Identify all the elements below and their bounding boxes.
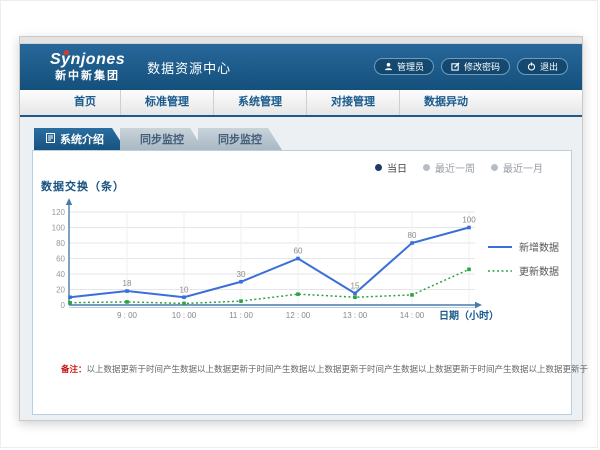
footer-note: 备注：以上数据更新于时间产生数据以上数据更新于时间产生数据以上数据更新于时间产生… xyxy=(61,363,588,375)
tab-sync-monitor-1-label: 同步监控 xyxy=(140,131,184,147)
svg-text:10 : 00: 10 : 00 xyxy=(172,311,197,320)
tab-bar: 系统介绍 同步监控 同步监控 xyxy=(34,128,282,150)
line-chart: 0 20 40 60 80 100 120 9 : 00 10 : 00 11 : 00 12 : … xyxy=(49,197,501,329)
legend-update-data-label: 更新数据 xyxy=(519,263,559,278)
radio-last-month[interactable]: 最近一月 xyxy=(491,160,543,175)
change-password-button-label: 修改密码 xyxy=(464,60,500,73)
svg-text:14 : 00: 14 : 00 xyxy=(400,311,425,320)
nav-item-system-mgmt[interactable]: 系统管理 xyxy=(214,90,307,115)
chart-legend: 新增数据 更新数据 xyxy=(488,239,559,278)
legend-line-solid-icon xyxy=(488,245,512,249)
admin-button-label: 管理员 xyxy=(397,60,424,73)
logout-button[interactable]: 退出 xyxy=(517,58,568,75)
logo-brand-text: Synjones xyxy=(50,52,125,68)
radio-today[interactable]: 当日 xyxy=(375,160,407,175)
svg-text:100: 100 xyxy=(462,216,476,225)
svg-text:9 : 00: 9 : 00 xyxy=(117,311,138,320)
page-title: 数据资源中心 xyxy=(147,58,231,77)
svg-text:18: 18 xyxy=(123,279,132,288)
legend-line-dotted-icon xyxy=(488,269,512,273)
svg-text:80: 80 xyxy=(56,239,65,248)
svg-text:13 : 00: 13 : 00 xyxy=(343,311,368,320)
tab-sync-monitor-2-label: 同步监控 xyxy=(218,131,262,147)
svg-text:12 : 00: 12 : 00 xyxy=(286,311,311,320)
svg-text:15: 15 xyxy=(351,281,360,290)
svg-text:40: 40 xyxy=(56,270,65,279)
admin-button[interactable]: 管理员 xyxy=(374,58,434,75)
svg-text:100: 100 xyxy=(52,224,66,233)
logo-company-text: 新中新集团 xyxy=(50,71,125,82)
logout-button-label: 退出 xyxy=(540,60,558,73)
svg-text:60: 60 xyxy=(294,247,303,256)
svg-text:30: 30 xyxy=(237,270,246,279)
user-icon xyxy=(384,62,393,71)
svg-text:日期（小时）: 日期（小时） xyxy=(439,309,499,322)
radio-last-month-label: 最近一月 xyxy=(503,160,543,175)
content-area: 系统介绍 同步监控 同步监控 当日 最近一周 xyxy=(20,117,582,420)
radio-dot xyxy=(423,164,430,171)
radio-dot-selected xyxy=(375,164,382,171)
legend-new-data: 新增数据 xyxy=(488,239,559,254)
header-actions: 管理员 修改密码 退出 xyxy=(374,58,568,75)
radio-last-week-label: 最近一周 xyxy=(435,160,475,175)
app-header: Synjones 新中新集团 数据资源中心 管理员 修改密码 退出 xyxy=(20,44,582,90)
nav-item-data-change[interactable]: 数据异动 xyxy=(400,90,492,115)
footer-note-text: 以上数据更新于时间产生数据以上数据更新于时间产生数据以上数据更新于时间产生数据以… xyxy=(87,364,589,374)
svg-text:0: 0 xyxy=(61,301,66,310)
window-chrome-strip xyxy=(20,37,582,44)
screenshot-page: Synjones 新中新集团 数据资源中心 管理员 修改密码 退出 xyxy=(0,0,598,448)
svg-text:60: 60 xyxy=(56,255,65,264)
footer-note-label: 备注： xyxy=(61,364,87,374)
nav-item-standard-mgmt[interactable]: 标准管理 xyxy=(121,90,214,115)
svg-text:11 : 00: 11 : 00 xyxy=(229,311,253,320)
legend-update-data: 更新数据 xyxy=(488,263,559,278)
tab-system-intro-label: 系统介绍 xyxy=(60,131,104,147)
nav-item-home[interactable]: 首页 xyxy=(50,90,121,115)
y-axis-title: 数据交换（条） xyxy=(41,178,125,194)
range-filter-group: 当日 最近一周 最近一月 xyxy=(375,160,543,175)
svg-text:120: 120 xyxy=(52,208,66,217)
chart-panel: 当日 最近一周 最近一月 数据交换（条） 0 20 40 60 80 100 120 9 : … xyxy=(32,150,572,415)
tab-system-intro[interactable]: 系统介绍 xyxy=(34,128,126,150)
radio-dot xyxy=(491,164,498,171)
power-icon xyxy=(527,62,536,71)
company-logo: Synjones 新中新集团 xyxy=(50,52,125,82)
app-window: Synjones 新中新集团 数据资源中心 管理员 修改密码 退出 xyxy=(19,36,583,421)
radio-last-week[interactable]: 最近一周 xyxy=(423,160,475,175)
svg-text:20: 20 xyxy=(56,286,65,295)
svg-text:10: 10 xyxy=(180,285,189,294)
tab-sync-monitor-2[interactable]: 同步监控 xyxy=(198,128,282,150)
tab-sync-monitor-1[interactable]: 同步监控 xyxy=(120,128,204,150)
main-nav: 首页 标准管理 系统管理 对接管理 数据异动 xyxy=(20,90,582,117)
change-password-button[interactable]: 修改密码 xyxy=(441,58,510,75)
edit-icon xyxy=(451,62,460,71)
radio-today-label: 当日 xyxy=(387,160,407,175)
document-icon xyxy=(46,133,55,146)
nav-item-interface-mgmt[interactable]: 对接管理 xyxy=(307,90,400,115)
legend-new-data-label: 新增数据 xyxy=(519,239,559,254)
svg-text:80: 80 xyxy=(408,231,417,240)
